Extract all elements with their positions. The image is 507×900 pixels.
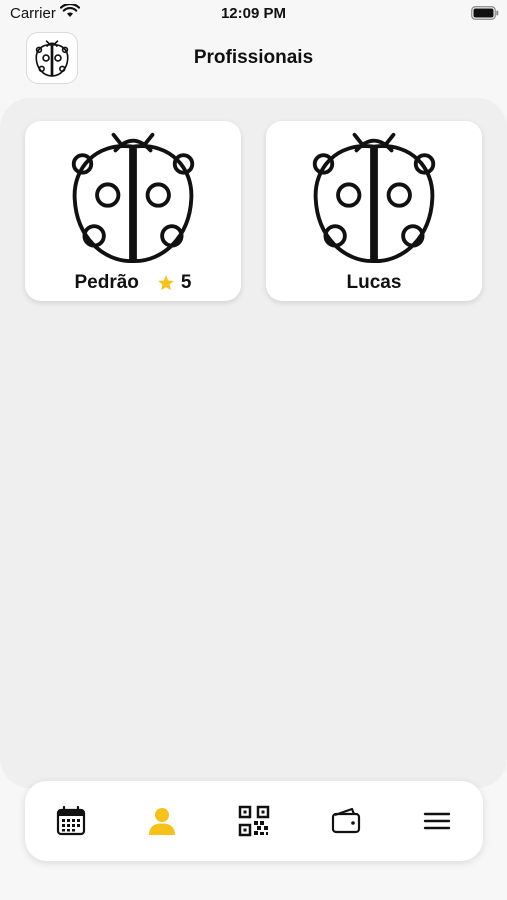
rating: 5 (157, 272, 192, 294)
qr-code-icon (238, 805, 270, 837)
tab-qr-code[interactable] (234, 801, 274, 841)
user-icon (149, 808, 176, 835)
professional-name: Pedrão (74, 272, 139, 293)
tab-menu[interactable] (417, 801, 457, 841)
status-time: 12:09 PM (220, 5, 287, 22)
professional-card-lucas[interactable]: Lucas (266, 121, 482, 301)
wallet-icon (331, 807, 360, 834)
status-bar: Carrier 12:09 PM (0, 0, 507, 28)
ladybug-icon (312, 132, 436, 264)
star-icon (157, 274, 175, 292)
tab-profile[interactable] (142, 801, 182, 841)
tab-bar (25, 781, 483, 861)
rating-value: 5 (180, 272, 192, 293)
tab-wallet[interactable] (326, 801, 366, 841)
menu-icon (423, 812, 451, 830)
tab-calendar[interactable] (51, 801, 91, 841)
ladybug-icon (71, 132, 195, 264)
professional-card-pedrao[interactable]: Pedrão 5 (25, 121, 241, 301)
professionals-panel: Pedrão 5 Lucas (0, 98, 507, 788)
calendar-icon (56, 806, 85, 836)
professional-name: Lucas (346, 272, 402, 293)
battery-icon (471, 6, 499, 25)
page-title: Profissionais (193, 47, 314, 68)
